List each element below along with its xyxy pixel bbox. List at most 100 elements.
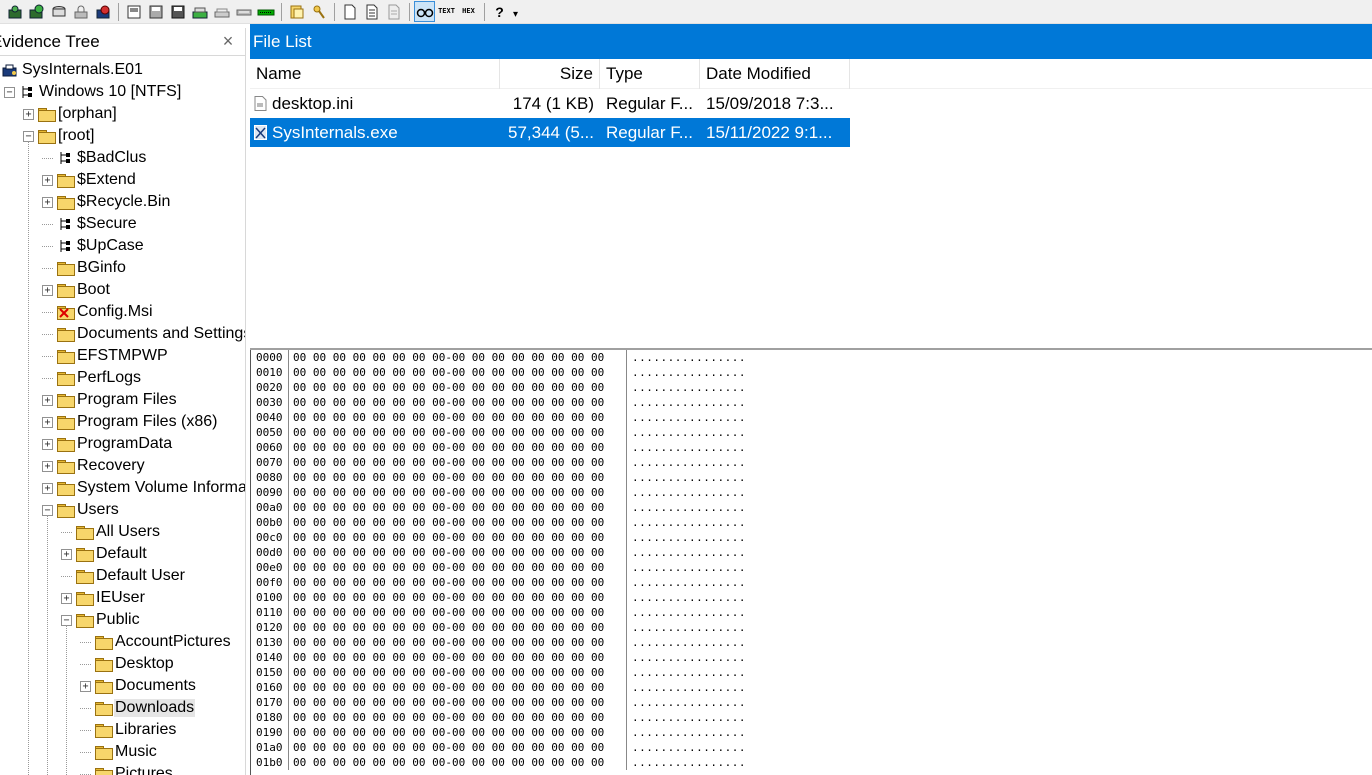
hex-ascii[interactable]: ................ [627, 545, 746, 560]
export-files-icon[interactable] [145, 1, 166, 22]
detect-encrypted-icon[interactable] [233, 1, 254, 22]
hex-ascii[interactable]: ................ [627, 350, 746, 365]
hex-bytes[interactable]: 00 00 00 00 00 00 00 00-00 00 00 00 00 0… [289, 410, 627, 425]
hex-ascii[interactable]: ................ [627, 470, 746, 485]
hex-bytes[interactable]: 00 00 00 00 00 00 00 00-00 00 00 00 00 0… [289, 710, 627, 725]
hex-ascii[interactable]: ................ [627, 500, 746, 515]
tree-node[interactable]: Downloads [0, 697, 245, 719]
column-header-size[interactable]: Size [500, 59, 600, 89]
expand-icon[interactable]: + [42, 416, 53, 428]
export-directory-icon[interactable] [167, 1, 188, 22]
expand-icon[interactable]: + [42, 196, 53, 208]
hex-bytes[interactable]: 00 00 00 00 00 00 00 00-00 00 00 00 00 0… [289, 650, 627, 665]
tree-node[interactable]: Default User [0, 565, 245, 587]
tree-node[interactable]: Config.Msi [0, 301, 245, 323]
tree-node[interactable]: AccountPictures [0, 631, 245, 653]
tree-node[interactable]: − Users [0, 499, 245, 521]
tree-node[interactable]: PerfLogs [0, 367, 245, 389]
hex-ascii[interactable]: ................ [627, 395, 746, 410]
add-evidence-icon[interactable] [4, 1, 25, 22]
collapse-icon[interactable]: − [61, 614, 72, 626]
hex-bytes[interactable]: 00 00 00 00 00 00 00 00-00 00 00 00 00 0… [289, 425, 627, 440]
hex-ascii[interactable]: ................ [627, 740, 746, 755]
tree-node[interactable]: + System Volume Informa [0, 477, 245, 499]
report-icon[interactable] [361, 1, 382, 22]
hex-bytes[interactable]: 00 00 00 00 00 00 00 00-00 00 00 00 00 0… [289, 605, 627, 620]
hex-bytes[interactable]: 00 00 00 00 00 00 00 00-00 00 00 00 00 0… [289, 680, 627, 695]
hex-bytes[interactable]: 00 00 00 00 00 00 00 00-00 00 00 00 00 0… [289, 695, 627, 710]
tree-node[interactable]: SysInternals.E01 [0, 59, 245, 81]
hex-ascii[interactable]: ................ [627, 560, 746, 575]
collapse-icon[interactable]: − [23, 130, 34, 142]
hex-bytes[interactable]: 00 00 00 00 00 00 00 00-00 00 00 00 00 0… [289, 500, 627, 515]
tree-node[interactable]: + Recovery [0, 455, 245, 477]
tree-node[interactable]: + Boot [0, 279, 245, 301]
tree-node[interactable]: − Windows 10 [NTFS] [0, 81, 245, 103]
file-list-row[interactable]: desktop.ini 174 (1 KB) Regular F... 15/09/2… [250, 89, 850, 118]
hex-ascii[interactable]: ................ [627, 485, 746, 500]
expand-icon[interactable]: + [42, 284, 53, 296]
image-mounting-icon[interactable] [48, 1, 69, 22]
natural-view-icon[interactable] [414, 1, 435, 22]
tree-node[interactable]: + Program Files [0, 389, 245, 411]
obtain-protected-files-icon[interactable] [211, 1, 232, 22]
tree-node[interactable]: Pictures [0, 763, 245, 775]
tree-node[interactable]: + Program Files (x86) [0, 411, 245, 433]
hex-bytes[interactable]: 00 00 00 00 00 00 00 00-00 00 00 00 00 0… [289, 470, 627, 485]
hex-bytes[interactable]: 00 00 00 00 00 00 00 00-00 00 00 00 00 0… [289, 395, 627, 410]
hex-bytes[interactable]: 00 00 00 00 00 00 00 00-00 00 00 00 00 0… [289, 560, 627, 575]
hex-ascii[interactable]: ................ [627, 620, 746, 635]
expand-icon[interactable]: + [42, 394, 53, 406]
hex-bytes[interactable]: 00 00 00 00 00 00 00 00-00 00 00 00 00 0… [289, 365, 627, 380]
hex-ascii[interactable]: ................ [627, 710, 746, 725]
expand-icon[interactable]: + [42, 174, 53, 186]
column-header-date-modified[interactable]: Date Modified [700, 59, 850, 89]
expand-icon[interactable]: + [42, 438, 53, 450]
column-header-type[interactable]: Type [600, 59, 700, 89]
hex-bytes[interactable]: 00 00 00 00 00 00 00 00-00 00 00 00 00 0… [289, 455, 627, 470]
remove-evidence-icon[interactable] [92, 1, 113, 22]
hex-ascii[interactable]: ................ [627, 665, 746, 680]
collapse-icon[interactable]: − [4, 86, 15, 98]
hex-ascii[interactable]: ................ [627, 530, 746, 545]
hex-ascii[interactable]: ................ [627, 605, 746, 620]
hex-ascii[interactable]: ................ [627, 515, 746, 530]
hex-bytes[interactable]: 00 00 00 00 00 00 00 00-00 00 00 00 00 0… [289, 755, 627, 770]
hex-bytes[interactable]: 00 00 00 00 00 00 00 00-00 00 00 00 00 0… [289, 485, 627, 500]
tree-node[interactable]: − Public [0, 609, 245, 631]
hex-bytes[interactable]: 00 00 00 00 00 00 00 00-00 00 00 00 00 0… [289, 665, 627, 680]
expand-icon[interactable]: + [61, 548, 72, 560]
hex-ascii[interactable]: ................ [627, 725, 746, 740]
hex-ascii[interactable]: ................ [627, 590, 746, 605]
hex-ascii[interactable]: ................ [627, 680, 746, 695]
tree-node[interactable]: $BadClus [0, 147, 245, 169]
new-document-icon[interactable] [339, 1, 360, 22]
hex-ascii[interactable]: ................ [627, 650, 746, 665]
tree-node[interactable]: + [orphan] [0, 103, 245, 125]
hex-bytes[interactable]: 00 00 00 00 00 00 00 00-00 00 00 00 00 0… [289, 545, 627, 560]
decrypt-icon[interactable] [70, 1, 91, 22]
capture-memory-icon[interactable] [189, 1, 210, 22]
tree-node[interactable]: Desktop [0, 653, 245, 675]
hex-bytes[interactable]: 00 00 00 00 00 00 00 00-00 00 00 00 00 0… [289, 590, 627, 605]
hex-bytes[interactable]: 00 00 00 00 00 00 00 00-00 00 00 00 00 0… [289, 380, 627, 395]
tree-node[interactable]: EFSTMPWP [0, 345, 245, 367]
hex-ascii[interactable]: ................ [627, 380, 746, 395]
hex-ascii[interactable]: ................ [627, 695, 746, 710]
tree-node[interactable]: $UpCase [0, 235, 245, 257]
tree-node[interactable]: $Secure [0, 213, 245, 235]
close-icon[interactable]: × [219, 31, 237, 52]
properties-icon[interactable] [383, 1, 404, 22]
help-dropdown-icon[interactable]: ▾ [513, 9, 518, 20]
collapse-icon[interactable]: − [42, 504, 53, 516]
hex-bytes[interactable]: 00 00 00 00 00 00 00 00-00 00 00 00 00 0… [289, 635, 627, 650]
view-files-icon[interactable] [308, 1, 329, 22]
hex-bytes[interactable]: 00 00 00 00 00 00 00 00-00 00 00 00 00 0… [289, 530, 627, 545]
hex-bytes[interactable]: 00 00 00 00 00 00 00 00-00 00 00 00 00 0… [289, 440, 627, 455]
hex-ascii[interactable]: ................ [627, 440, 746, 455]
text-view-icon[interactable]: TEXT [436, 1, 457, 22]
hex-ascii[interactable]: ................ [627, 425, 746, 440]
tree-node[interactable]: + Documents [0, 675, 245, 697]
hex-bytes[interactable]: 00 00 00 00 00 00 00 00-00 00 00 00 00 0… [289, 350, 627, 365]
tree-node[interactable]: + IEUser [0, 587, 245, 609]
